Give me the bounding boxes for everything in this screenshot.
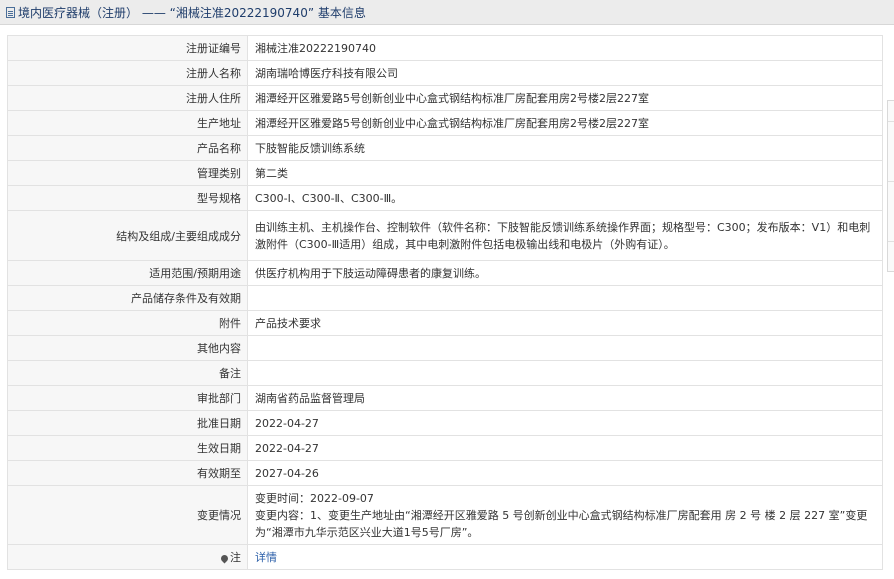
row-label: 审批部门 (7, 385, 248, 411)
table-row: 有效期至 2027-04-26 (7, 460, 883, 486)
side-tab-notch (888, 181, 894, 182)
row-label: 注册人名称 (7, 60, 248, 86)
details-link[interactable]: 详情 (255, 551, 277, 564)
table-row: 产品名称 下肢智能反馈训练系统 (7, 135, 883, 161)
table-row: 附件 产品技术要求 (7, 310, 883, 336)
row-value (247, 285, 883, 311)
row-value: 由训练主机、主机操作台、控制软件（软件名称：下肢智能反馈训练系统操作界面；规格型… (247, 210, 883, 261)
row-label: 附件 (7, 310, 248, 336)
row-label: 管理类别 (7, 160, 248, 186)
row-value: 产品技术要求 (247, 310, 883, 336)
table-row: 产品储存条件及有效期 (7, 285, 883, 311)
row-value (247, 335, 883, 361)
note-value: 详情 (247, 544, 883, 570)
table-row: 备注 (7, 360, 883, 386)
row-label: 注册证编号 (7, 35, 248, 61)
change-content: 变更内容：1、变更生产地址由“湘潭经开区雅爱路 5 号创新创业中心盒式钢结构标准… (255, 508, 868, 539)
table-row: 生产地址 湘潭经开区雅爱路5号创新创业中心盒式钢结构标准厂房配套用房2号楼2层2… (7, 110, 883, 136)
row-value: 2022-04-27 (247, 410, 883, 436)
row-value: C300-Ⅰ、C300-Ⅱ、C300-Ⅲ。 (247, 185, 883, 211)
row-value: 2027-04-26 (247, 460, 883, 486)
change-label: 变更情况 (7, 485, 248, 545)
table-row: 审批部门 湖南省药品监督管理局 (7, 385, 883, 411)
row-value: 湘潭经开区雅爱路5号创新创业中心盒式钢结构标准厂房配套用房2号楼2层227室 (247, 85, 883, 111)
row-label: 产品名称 (7, 135, 248, 161)
change-row: 变更情况 变更时间：2022-09-07 变更内容：1、变更生产地址由“湘潭经开… (7, 485, 883, 545)
row-label: 其他内容 (7, 335, 248, 361)
side-tab-notch (888, 121, 894, 122)
row-label: 生效日期 (7, 435, 248, 461)
row-label: 备注 (7, 360, 248, 386)
info-table: 注册证编号 湘械注准20222190740 注册人名称 湖南瑞哈博医疗科技有限公… (7, 35, 883, 570)
row-label: 批准日期 (7, 410, 248, 436)
row-label: 有效期至 (7, 460, 248, 486)
side-scroll-tab[interactable] (887, 100, 894, 272)
table-row: 注册人名称 湖南瑞哈博医疗科技有限公司 (7, 60, 883, 86)
row-value: 湘潭经开区雅爱路5号创新创业中心盒式钢结构标准厂房配套用房2号楼2层227室 (247, 110, 883, 136)
row-value (247, 360, 883, 386)
row-value: 2022-04-27 (247, 435, 883, 461)
change-value: 变更时间：2022-09-07 变更内容：1、变更生产地址由“湘潭经开区雅爱路 … (247, 485, 883, 545)
table-row: 适用范围/预期用途 供医疗机构用于下肢运动障碍患者的康复训练。 (7, 260, 883, 286)
row-value: 供医疗机构用于下肢运动障碍患者的康复训练。 (247, 260, 883, 286)
table-row: 其他内容 (7, 335, 883, 361)
side-tab-notch (888, 241, 894, 242)
row-label: 适用范围/预期用途 (7, 260, 248, 286)
note-row: 注 详情 (7, 544, 883, 570)
row-value: 湖南省药品监督管理局 (247, 385, 883, 411)
note-label-cell: 注 (7, 544, 248, 570)
page-title: 境内医疗器械（注册） —— “湘械注准20222190740” 基本信息 (18, 5, 366, 20)
row-label: 产品储存条件及有效期 (7, 285, 248, 311)
document-icon (6, 6, 15, 18)
row-value: 湖南瑞哈博医疗科技有限公司 (247, 60, 883, 86)
row-value: 第二类 (247, 160, 883, 186)
table-row: 结构及组成/主要组成成分 由训练主机、主机操作台、控制软件（软件名称：下肢智能反… (7, 210, 883, 261)
row-value: 下肢智能反馈训练系统 (247, 135, 883, 161)
row-label: 生产地址 (7, 110, 248, 136)
page-header: 境内医疗器械（注册） —— “湘械注准20222190740” 基本信息 (0, 0, 894, 25)
pin-icon (219, 553, 230, 563)
table-row: 生效日期 2022-04-27 (7, 435, 883, 461)
row-label: 型号规格 (7, 185, 248, 211)
table-row: 批准日期 2022-04-27 (7, 410, 883, 436)
row-label: 注册人住所 (7, 85, 248, 111)
row-value: 湘械注准20222190740 (247, 35, 883, 61)
change-time: 变更时间：2022-09-07 (255, 491, 374, 505)
table-row: 注册证编号 湘械注准20222190740 (7, 35, 883, 61)
table-row: 型号规格 C300-Ⅰ、C300-Ⅱ、C300-Ⅲ。 (7, 185, 883, 211)
table-row: 管理类别 第二类 (7, 160, 883, 186)
note-label: 注 (230, 551, 241, 564)
row-label: 结构及组成/主要组成成分 (7, 210, 248, 261)
table-row: 注册人住所 湘潭经开区雅爱路5号创新创业中心盒式钢结构标准厂房配套用房2号楼2层… (7, 85, 883, 111)
